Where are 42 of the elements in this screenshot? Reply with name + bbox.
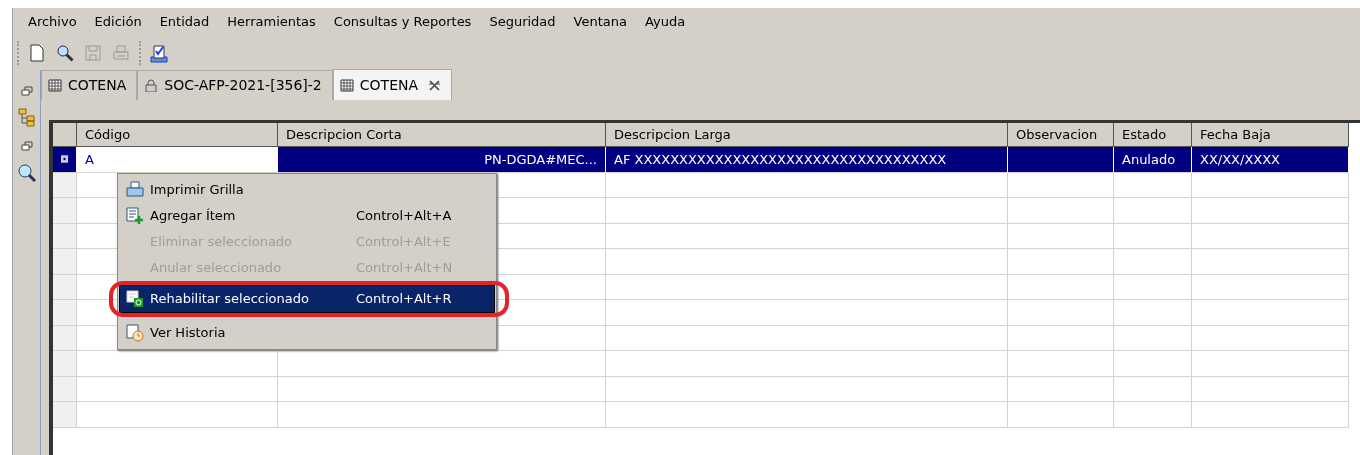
document-icon[interactable]: [27, 42, 47, 63]
grid-icon: [48, 79, 62, 92]
table-cell: XX/XX/XXXX: [1192, 147, 1349, 173]
tab[interactable]: COTENA: [332, 69, 453, 100]
column-header[interactable]: Descripcion Corta: [278, 123, 606, 147]
column-header[interactable]: Observacion: [1008, 123, 1114, 147]
history-icon: [126, 324, 144, 342]
checklist-icon[interactable]: [149, 42, 169, 63]
menu-item[interactable]: Ventana: [564, 11, 636, 32]
row-marker-icon: [61, 153, 68, 166]
menu-item[interactable]: Consultas y Reportes: [324, 11, 481, 32]
tab[interactable]: SOC-AFP-2021-[356]-2: [137, 70, 333, 100]
menu-item[interactable]: Archivo: [19, 11, 86, 32]
grid-icon: [339, 78, 354, 92]
menu-item[interactable]: Seguridad: [480, 11, 565, 32]
table-cell: Anulado: [1114, 147, 1192, 173]
header-corner: [53, 123, 77, 147]
menu-item[interactable]: Agregar Ítem Control+Alt+A: [120, 203, 494, 229]
search-icon[interactable]: [55, 42, 75, 63]
column-header[interactable]: Estado: [1114, 123, 1192, 147]
menu-item[interactable]: Imprimir Grilla: [120, 177, 494, 203]
table-cell: PN-DGDA#MEC...: [278, 147, 606, 173]
menu-item[interactable]: Herramientas: [218, 11, 325, 32]
printer-icon: [126, 181, 144, 199]
table-cell: AF XXXXXXXXXXXXXXXXXXXXXXXXXXXXXXXXXXX: [606, 147, 1008, 173]
magnifier-icon[interactable]: [17, 163, 36, 182]
restore-item-icon: [126, 290, 144, 308]
tab[interactable]: COTENA: [41, 70, 138, 100]
column-header[interactable]: Descripcion Larga: [606, 123, 1008, 147]
menu-item[interactable]: Ayuda: [635, 11, 695, 32]
menu-item[interactable]: Rehabilitar seleccionado Control+Alt+R: [120, 286, 494, 312]
menu-item[interactable]: Ver Historia: [120, 320, 494, 346]
column-header[interactable]: Fecha Baja: [1192, 123, 1349, 147]
menu-item[interactable]: Edición: [85, 11, 151, 32]
restore-window-icon[interactable]: [20, 139, 33, 151]
menu-item[interactable]: Entidad: [150, 11, 219, 32]
column-header[interactable]: Código: [77, 123, 278, 147]
add-item-icon: [126, 207, 144, 225]
lock-icon: [144, 79, 159, 92]
close-icon[interactable]: [428, 78, 442, 92]
restore-window-icon[interactable]: [20, 84, 33, 96]
hierarchy-icon[interactable]: [18, 108, 35, 127]
